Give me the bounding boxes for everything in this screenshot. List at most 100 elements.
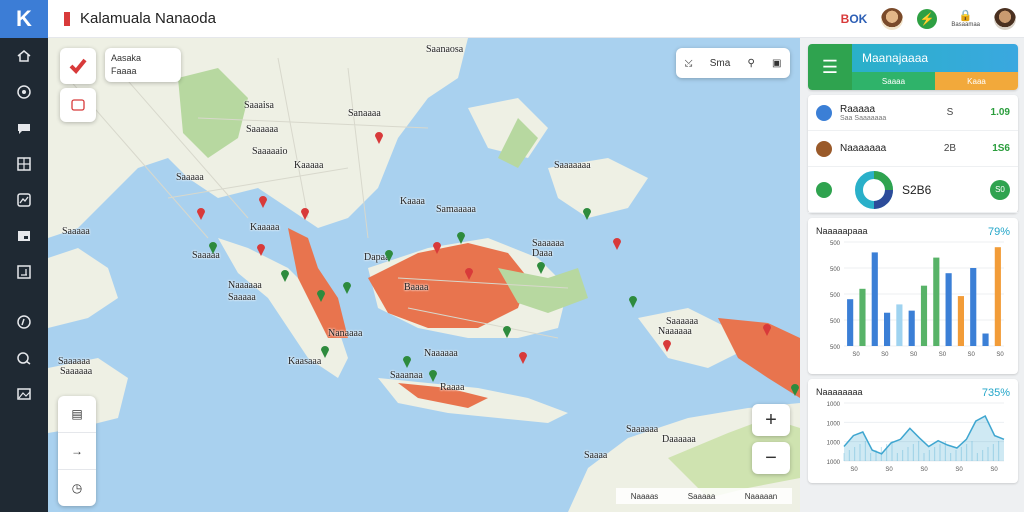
bar	[982, 333, 989, 346]
x-tick-label: S0	[939, 352, 947, 358]
map-label: Sanaaaa	[348, 108, 381, 119]
map-marker-red[interactable]	[518, 350, 528, 364]
map-marker-green[interactable]	[428, 368, 438, 382]
menu-icon[interactable]: ☰	[808, 44, 852, 90]
map-tools: ▤ → ◷	[58, 396, 96, 506]
map-label: Saaaaaa	[246, 124, 279, 135]
map-marker-green[interactable]	[316, 288, 326, 302]
chat-icon[interactable]	[0, 110, 48, 146]
y-tick-label: 500	[830, 241, 841, 247]
x-tick-label: S0	[968, 352, 976, 358]
area-chart-pct: 735%	[981, 387, 1010, 399]
map-label: Saaaaaa	[626, 424, 659, 435]
map-marker-green[interactable]	[320, 344, 330, 358]
map-marker-red[interactable]	[662, 338, 672, 352]
map-label: Samaaaaa	[436, 204, 476, 215]
chart-icon[interactable]	[0, 182, 48, 218]
y-tick-label: 1000	[827, 402, 841, 408]
map-label: Daaa	[532, 248, 553, 259]
compass-icon[interactable]	[0, 74, 48, 110]
draw-tool-button[interactable]	[60, 88, 96, 122]
map-label: Kaasaaa	[288, 356, 322, 367]
bar	[933, 257, 940, 346]
notification-button[interactable]: 🔒 Basaamaa	[951, 9, 980, 28]
map-marker-green[interactable]	[628, 294, 638, 308]
panel-header-main: Maanajaaaa Saaaa Kaaa	[852, 44, 1018, 90]
map-marker-red[interactable]	[374, 130, 384, 144]
layers-icon[interactable]	[0, 340, 48, 376]
search-icon[interactable]: ⚲	[747, 58, 754, 69]
map-marker-red[interactable]	[612, 236, 622, 250]
info-icon[interactable]	[0, 304, 48, 340]
map-marker-red[interactable]	[300, 206, 310, 220]
home-icon[interactable]	[0, 38, 48, 74]
area-chart: 1000 1000 1000 1000 S0 S0 S0 S0 S0	[827, 402, 1005, 473]
route-icon[interactable]: ⤩	[685, 58, 693, 69]
list-item-label: Raaaaa	[840, 103, 876, 115]
layers-toggle-icon[interactable]: ▤	[58, 396, 96, 433]
map-marker-green[interactable]	[456, 230, 466, 244]
right-panel: ☰ Maanajaaaa Saaaa Kaaa Raaaaa Saa Saaaa…	[800, 38, 1024, 512]
map-marker-green[interactable]	[402, 354, 412, 368]
report-icon[interactable]	[0, 254, 48, 290]
app-title: Kalamuala Nanaoda	[80, 10, 216, 27]
map-label: Saaaaa	[62, 226, 90, 237]
map-marker-green[interactable]	[342, 280, 352, 294]
x-tick-label: S0	[885, 467, 893, 473]
x-tick-label: S0	[910, 352, 918, 358]
bar-chart-card: Naaaaapaaa 79% 500 500 500 500 500 S0 S0 S0 S0 S0…	[808, 218, 1018, 374]
zoom-out-button[interactable]: −	[752, 442, 790, 474]
map-marker-red[interactable]	[464, 266, 474, 280]
map-marker-red[interactable]	[432, 240, 442, 254]
donut-row[interactable]: S2B6 S0	[808, 167, 1018, 213]
app: K Kalamuala Nanaoda BOK ⚡ 🔒 Basaamaa Saa…	[0, 0, 1024, 512]
list-item[interactable]: Raaaaa Saa Saaaaaaa S 1.09	[808, 95, 1018, 131]
user-avatar[interactable]	[881, 7, 904, 30]
app-logo[interactable]: K	[0, 0, 48, 38]
measure-icon[interactable]: →	[58, 433, 96, 470]
list-item-label: Naaaaaaa	[840, 143, 887, 154]
map-marker-green[interactable]	[536, 260, 546, 274]
map-marker-green[interactable]	[384, 248, 394, 262]
history-icon[interactable]: ◷	[58, 470, 96, 506]
map-marker-green[interactable]	[280, 268, 290, 282]
top-right-actions: BOK ⚡ 🔒 Basaamaa	[841, 7, 1024, 30]
map-view[interactable]: Saanaosa Saaaisa Sanaaaa Saaaaaa Saaaaai…	[48, 38, 800, 512]
profile-avatar[interactable]	[994, 7, 1016, 30]
panel-header: ☰ Maanajaaaa Saaaa Kaaa	[808, 44, 1018, 90]
zoom-in-button[interactable]: +	[752, 404, 790, 436]
tab-2[interactable]: Kaaa	[935, 72, 1018, 90]
brand-logo[interactable]: BOK	[841, 12, 868, 26]
image-icon[interactable]	[0, 376, 48, 412]
lock-icon[interactable]: ▣	[772, 58, 781, 69]
bar-chart-pct: 79%	[987, 226, 1010, 238]
avatar	[816, 104, 832, 121]
x-tick-label: S0	[850, 467, 858, 473]
map-label: Kaaaaa	[294, 160, 324, 171]
map-marker-green[interactable]	[502, 324, 512, 338]
location-card[interactable]: Aasaka Faaaa	[105, 48, 181, 82]
map-marker-red[interactable]	[256, 242, 266, 256]
attribution-b: Saaaaa	[687, 491, 716, 501]
chart-header: Naaaaapaaa 79%	[808, 218, 1018, 238]
map-marker-red[interactable]	[762, 322, 772, 336]
map-marker-green[interactable]	[582, 206, 592, 220]
bolt-icon[interactable]: ⚡	[917, 8, 938, 29]
list-item-metric: 1S6	[992, 143, 1010, 154]
donut-value: S2B6	[902, 182, 932, 197]
map-marker-red[interactable]	[196, 206, 206, 220]
grid-icon[interactable]	[0, 146, 48, 182]
card-icon[interactable]	[0, 218, 48, 254]
map-marker-green[interactable]	[790, 382, 800, 396]
bar-chart-title: Naaaaapaaa	[816, 226, 868, 236]
avatar	[816, 140, 832, 157]
pin-check-icon	[69, 58, 87, 74]
map-logo-card[interactable]	[60, 48, 96, 84]
tab-1[interactable]: Saaaa	[852, 72, 935, 90]
map-toolbar: ⤩ Sma ⚲ ▣	[676, 48, 790, 78]
list-item[interactable]: Naaaaaaa 2B 1S6	[808, 131, 1018, 167]
map-marker-red[interactable]	[258, 194, 268, 208]
list-item-value: 2B	[943, 143, 957, 154]
map-marker-green[interactable]	[208, 240, 218, 254]
map-label: Naaaaaa	[658, 326, 692, 337]
